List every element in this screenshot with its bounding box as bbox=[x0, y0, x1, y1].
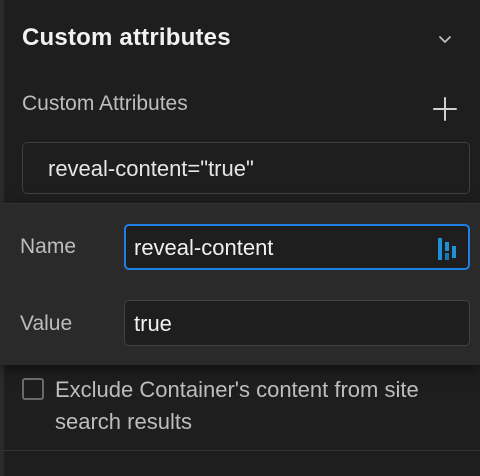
name-input[interactable] bbox=[134, 234, 424, 262]
password-manager-icon[interactable] bbox=[436, 236, 460, 262]
section-header[interactable]: Custom attributes bbox=[0, 0, 480, 80]
attribute-item[interactable]: reveal-content="true" bbox=[22, 142, 470, 194]
name-label: Name bbox=[20, 235, 77, 258]
exclude-search-label: Exclude Container's content from site se… bbox=[55, 377, 419, 434]
plus-icon[interactable] bbox=[430, 94, 460, 124]
attribute-item-text: reveal-content="true" bbox=[48, 156, 254, 181]
name-field[interactable] bbox=[124, 224, 470, 270]
chevron-down-icon[interactable] bbox=[434, 28, 456, 50]
value-input[interactable] bbox=[134, 310, 424, 338]
attribute-editor-popover: Name Value bbox=[0, 203, 480, 365]
section-divider bbox=[0, 450, 480, 451]
exclude-search-row[interactable]: Exclude Container's content from site se… bbox=[22, 374, 472, 438]
custom-attributes-label: Custom Attributes bbox=[22, 92, 188, 115]
value-field[interactable] bbox=[124, 300, 470, 346]
custom-attributes-panel: Custom attributes Custom Attributes reve… bbox=[0, 0, 480, 476]
section-title: Custom attributes bbox=[22, 24, 231, 51]
exclude-search-checkbox[interactable] bbox=[22, 378, 44, 400]
value-label: Value bbox=[20, 312, 73, 335]
